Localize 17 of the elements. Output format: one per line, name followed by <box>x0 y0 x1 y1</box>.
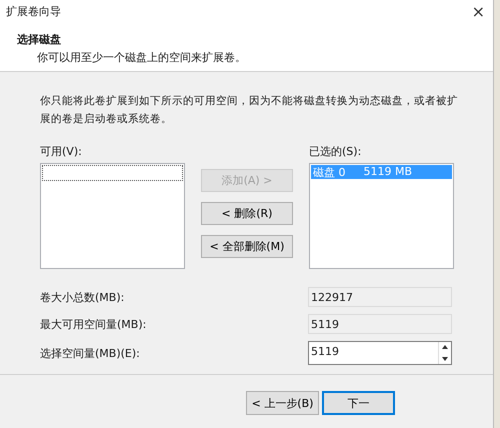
spinner-field[interactable]: 5119 <box>308 341 452 365</box>
list-label: 已选的(S): <box>309 144 362 158</box>
transfer-button[interactable]: < 删除(R) <box>201 202 293 225</box>
list-label: 可用(V): <box>40 144 83 158</box>
field-label: 最大可用空间量(MB): <box>40 316 148 332</box>
readonly-field: 5119 <box>308 314 452 334</box>
field-label: 卷大小总数(MB): <box>40 290 126 304</box>
field-label: 选择空间量(MB)(E): <box>40 346 141 360</box>
nav-button[interactable]: 下一 <box>322 391 395 415</box>
window-title: 扩展卷向导 <box>6 4 61 18</box>
header-title: 选择磁盘 <box>17 32 62 47</box>
transfer-button[interactable]: < 全部删除(M) <box>201 235 293 258</box>
nav-button[interactable]: < 上一步(B) <box>246 391 319 415</box>
description-text: 你只能将此卷扩展到如下所示的可用空间，因为不能将磁盘转换为动态磁盘，或者被扩展的卷是启动卷或系统卷。 <box>40 94 459 127</box>
close-icon[interactable]: × <box>472 2 485 20</box>
header-subtitle: 你可以用至少一个磁盘上的空间来扩展卷。 <box>36 50 247 65</box>
readonly-field: 122917 <box>308 287 452 307</box>
